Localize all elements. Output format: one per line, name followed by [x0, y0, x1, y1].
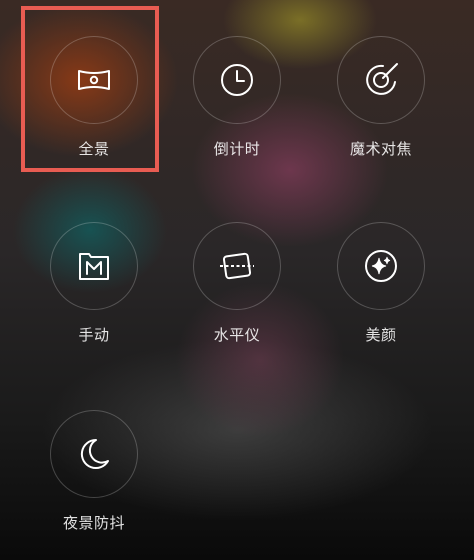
panorama-button[interactable] — [50, 36, 138, 124]
timer-clock-icon — [221, 64, 253, 96]
manual-button[interactable] — [50, 222, 138, 310]
beauty-button[interactable] — [337, 222, 425, 310]
night-button[interactable] — [50, 410, 138, 498]
night-moon-icon — [80, 438, 109, 469]
mode-night[interactable]: 夜景防抖 — [29, 410, 159, 560]
mode-manual[interactable]: 手动 — [29, 222, 159, 372]
mode-timer[interactable]: 倒计时 — [172, 36, 302, 186]
mode-label-magic-focus: 魔术对焦 — [349, 140, 412, 158]
mode-label-night: 夜景防抖 — [62, 514, 125, 532]
panorama-icon — [78, 70, 110, 90]
mode-magic-focus[interactable]: 魔术对焦 — [316, 36, 446, 186]
mode-panorama[interactable]: 全景 — [29, 36, 159, 186]
magic-focus-button[interactable] — [337, 36, 425, 124]
timer-button[interactable] — [193, 36, 281, 124]
mode-beauty[interactable]: 美颜 — [316, 222, 446, 372]
beauty-sparkle-icon — [365, 250, 397, 282]
camera-modes-grid: 全景 倒计时 魔术对焦 手动 水平仪 美颜 夜景防抖 — [0, 0, 474, 560]
mode-label-level: 水平仪 — [213, 326, 261, 344]
mode-label-beauty: 美颜 — [365, 326, 397, 344]
mode-level[interactable]: 水平仪 — [172, 222, 302, 372]
mode-label-manual: 手动 — [78, 326, 110, 344]
mode-label-panorama: 全景 — [78, 140, 110, 158]
level-icon — [220, 252, 254, 280]
mode-label-timer: 倒计时 — [213, 140, 261, 158]
manual-mode-icon — [79, 253, 109, 280]
magic-focus-icon — [366, 63, 398, 95]
level-button[interactable] — [193, 222, 281, 310]
